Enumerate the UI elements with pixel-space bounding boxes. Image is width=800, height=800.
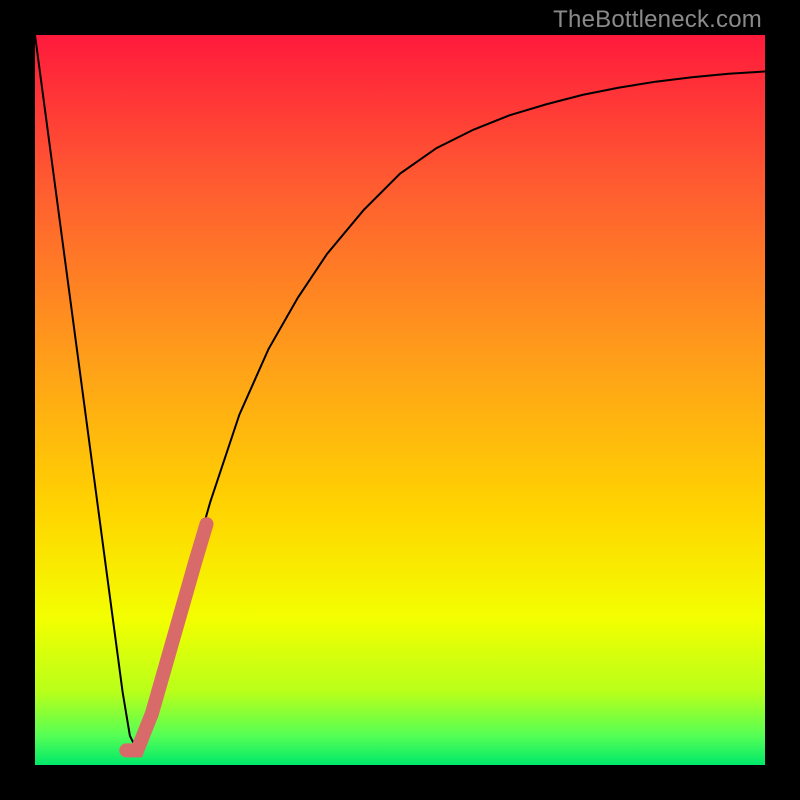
outer-frame: TheBottleneck.com	[0, 0, 800, 800]
chart-plot-area	[35, 35, 765, 765]
chart-lines	[35, 35, 765, 765]
bottleneck-curve	[35, 35, 765, 750]
watermark-text: TheBottleneck.com	[553, 6, 762, 34]
highlight-segment	[126, 524, 206, 750]
